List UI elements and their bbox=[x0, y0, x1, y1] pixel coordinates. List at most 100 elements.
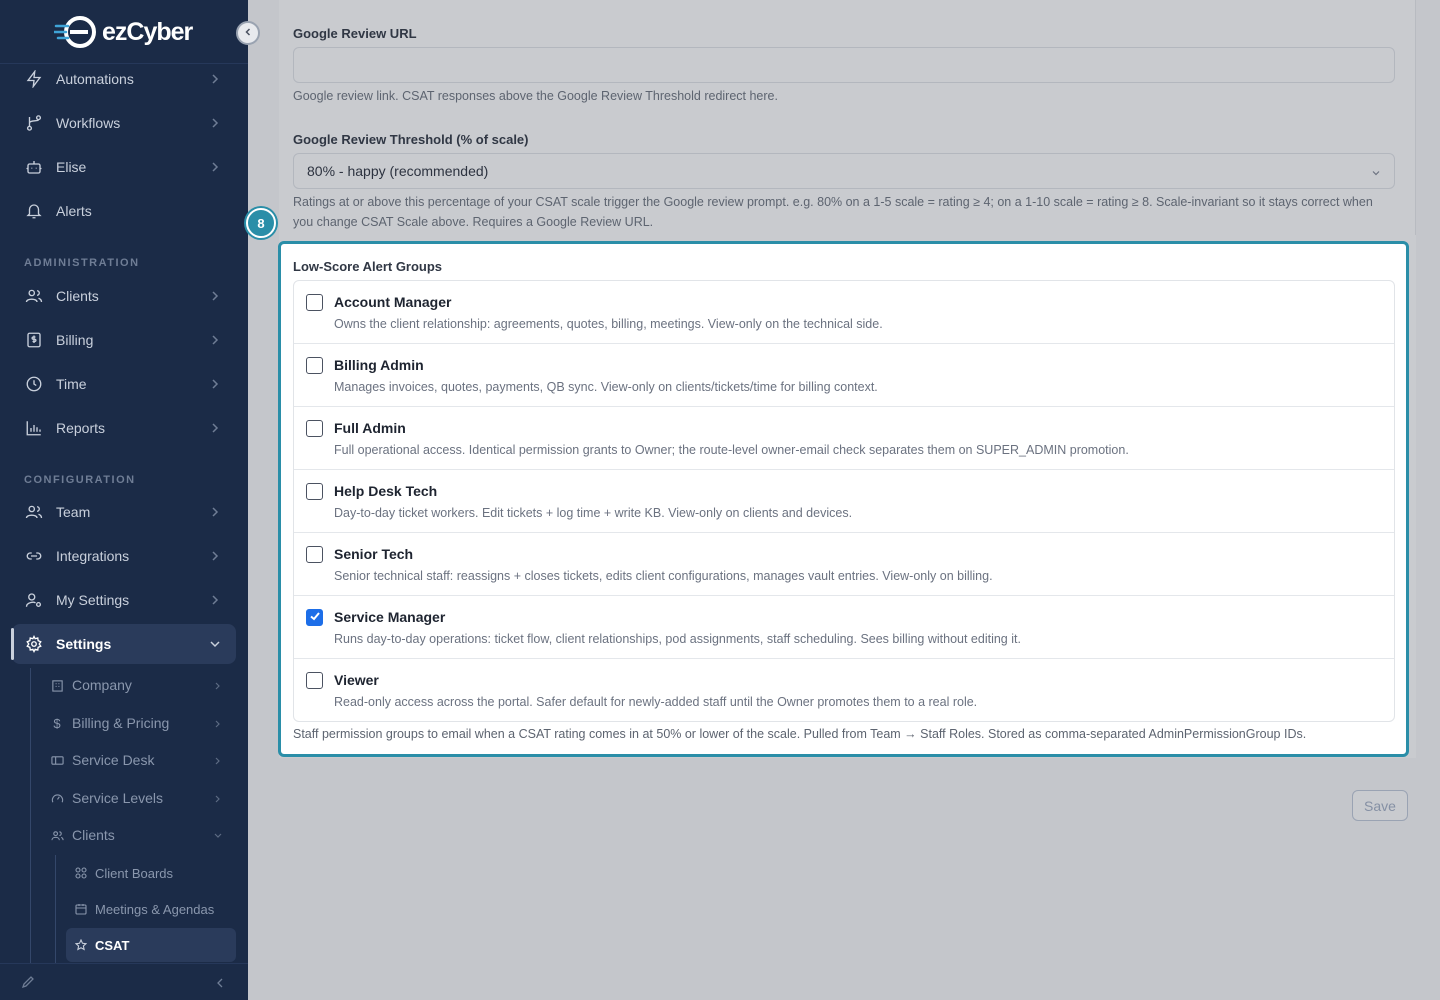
sidebar-footer bbox=[0, 963, 248, 1000]
sub-item-service-desk[interactable]: Service Desk bbox=[40, 743, 234, 777]
google-review-url-input[interactable] bbox=[293, 47, 1395, 83]
nav-label: Alerts bbox=[56, 203, 92, 219]
nav-item-time[interactable]: Time bbox=[12, 364, 236, 404]
list-item[interactable]: Help Desk Tech Day-to-day ticket workers… bbox=[294, 470, 1394, 533]
group-name: Billing Admin bbox=[334, 357, 424, 373]
users-icon bbox=[50, 828, 64, 842]
checkbox[interactable] bbox=[306, 294, 323, 311]
nav-item-elise[interactable]: Elise bbox=[12, 147, 236, 187]
sub-item-service-levels[interactable]: Service Levels bbox=[40, 781, 234, 815]
logo[interactable]: ezCyber bbox=[52, 14, 193, 50]
checkbox[interactable] bbox=[306, 672, 323, 689]
alert-groups-label: Low-Score Alert Groups bbox=[293, 259, 443, 274]
gauge-icon bbox=[50, 791, 64, 805]
checkbox[interactable] bbox=[306, 357, 323, 374]
logo-text: ezCyber bbox=[102, 17, 193, 46]
sidebar-collapse-button[interactable] bbox=[236, 21, 260, 45]
chevron-right-icon bbox=[208, 116, 222, 130]
nav-label: Time bbox=[56, 376, 87, 392]
chevron-right-icon bbox=[208, 505, 222, 519]
nav-label: Automations bbox=[56, 71, 134, 87]
nav-item-integrations[interactable]: Integrations bbox=[12, 536, 236, 576]
checkbox[interactable] bbox=[306, 420, 323, 437]
nav-label: My Settings bbox=[56, 592, 130, 608]
alert-groups-panel: Low-Score Alert Groups Account Manager O… bbox=[278, 241, 1409, 757]
step-badge: 8 bbox=[246, 208, 276, 238]
branch-icon bbox=[24, 113, 44, 133]
chevron-right-icon bbox=[212, 679, 224, 691]
save-button[interactable]: Save bbox=[1352, 790, 1408, 821]
list-item[interactable]: Full Admin Full operational access. Iden… bbox=[294, 407, 1394, 470]
group-name: Full Admin bbox=[334, 420, 406, 436]
chevron-right-icon bbox=[208, 377, 222, 391]
group-name: Senior Tech bbox=[334, 546, 414, 562]
nav-label: Team bbox=[56, 504, 91, 520]
google-review-url-label: Google Review URL bbox=[293, 26, 417, 41]
sub-item-meetings-agendas[interactable]: Meetings & Agendas bbox=[66, 892, 236, 926]
checkbox-checked[interactable] bbox=[306, 609, 323, 626]
chevron-right-icon bbox=[208, 549, 222, 563]
list-item[interactable]: Billing Admin Manages invoices, quotes, … bbox=[294, 344, 1394, 407]
nav-item-my-settings[interactable]: My Settings bbox=[12, 580, 236, 620]
nav-label: Workflows bbox=[56, 115, 121, 131]
section-label-administration: ADMINISTRATION bbox=[24, 257, 140, 269]
chevron-right-icon bbox=[212, 754, 224, 766]
threshold-select[interactable]: 80% - happy (recommended) bbox=[293, 153, 1395, 189]
list-item[interactable]: Service Manager Runs day-to-day operatio… bbox=[294, 596, 1394, 659]
dollar-icon bbox=[24, 330, 44, 350]
sub-item-label: Service Levels bbox=[72, 790, 164, 806]
sub-item-label: Billing & Pricing bbox=[72, 715, 170, 731]
nav-label: Clients bbox=[56, 288, 99, 304]
alert-groups-help: Staff permission groups to email when a … bbox=[293, 727, 1307, 741]
bell-icon bbox=[24, 201, 44, 221]
sub-item-label: Meetings & Agendas bbox=[95, 901, 215, 917]
group-description: Read-only access across the portal. Safe… bbox=[334, 695, 978, 709]
chevron-right-icon bbox=[208, 333, 222, 347]
user-gear-icon bbox=[24, 590, 44, 610]
chevron-down-icon bbox=[208, 637, 222, 651]
sub-item-billing-pricing[interactable]: $ Billing & Pricing bbox=[40, 706, 234, 740]
chevron-down-icon bbox=[1370, 166, 1382, 182]
sub-item-company[interactable]: Company bbox=[40, 668, 234, 702]
group-description: Manages invoices, quotes, payments, QB s… bbox=[334, 380, 878, 394]
list-item[interactable]: Senior Tech Senior technical staff: reas… bbox=[294, 533, 1394, 596]
ticket-icon bbox=[50, 753, 64, 767]
nav-item-billing[interactable]: Billing bbox=[12, 320, 236, 360]
nav-label: Billing bbox=[56, 332, 94, 348]
submenu-line bbox=[30, 668, 31, 963]
dollar-icon: $ bbox=[53, 715, 61, 731]
chevron-right-icon bbox=[212, 717, 224, 729]
chevron-left-icon[interactable] bbox=[214, 976, 226, 994]
sidebar: ezCyber Automations Workflows Elise Aler… bbox=[0, 0, 248, 1000]
group-description: Senior technical staff: reassigns + clos… bbox=[334, 569, 993, 583]
group-description: Full operational access. Identical permi… bbox=[334, 443, 1129, 457]
chevron-right-icon bbox=[212, 792, 224, 804]
nav-item-alerts[interactable]: Alerts bbox=[12, 191, 236, 231]
sub-item-clients[interactable]: Clients bbox=[40, 818, 234, 852]
checkbox[interactable] bbox=[306, 483, 323, 500]
nav-item-clients[interactable]: Clients bbox=[12, 276, 236, 316]
nav-item-settings[interactable]: Settings bbox=[11, 624, 236, 664]
checkbox[interactable] bbox=[306, 546, 323, 563]
nav-item-team[interactable]: Team bbox=[12, 492, 236, 532]
group-description: Day-to-day ticket workers. Edit tickets … bbox=[334, 506, 853, 520]
chevron-right-icon bbox=[208, 421, 222, 435]
chevron-down-icon bbox=[212, 829, 224, 841]
nav-item-automations[interactable]: Automations bbox=[12, 59, 236, 99]
sub-item-label: Client Boards bbox=[95, 865, 174, 881]
pencil-icon[interactable] bbox=[20, 974, 36, 995]
nav-label: Reports bbox=[56, 420, 106, 436]
sub-item-client-boards[interactable]: Client Boards bbox=[66, 856, 236, 890]
nav-item-workflows[interactable]: Workflows bbox=[12, 103, 236, 143]
sub-item-label: Clients bbox=[72, 827, 115, 843]
logo-mark-icon bbox=[52, 14, 100, 50]
list-item[interactable]: Viewer Read-only access across the porta… bbox=[294, 659, 1394, 721]
sub-item-csat[interactable]: CSAT bbox=[66, 928, 236, 962]
nav-item-reports[interactable]: Reports bbox=[12, 408, 236, 448]
card-edge bbox=[1415, 0, 1416, 235]
group-description: Owns the client relationship: agreements… bbox=[334, 317, 883, 331]
sub-item-label: CSAT bbox=[95, 937, 130, 953]
threshold-value: 80% - happy (recommended) bbox=[307, 163, 489, 179]
grid-icon bbox=[74, 867, 87, 880]
list-item[interactable]: Account Manager Owns the client relation… bbox=[294, 281, 1394, 344]
